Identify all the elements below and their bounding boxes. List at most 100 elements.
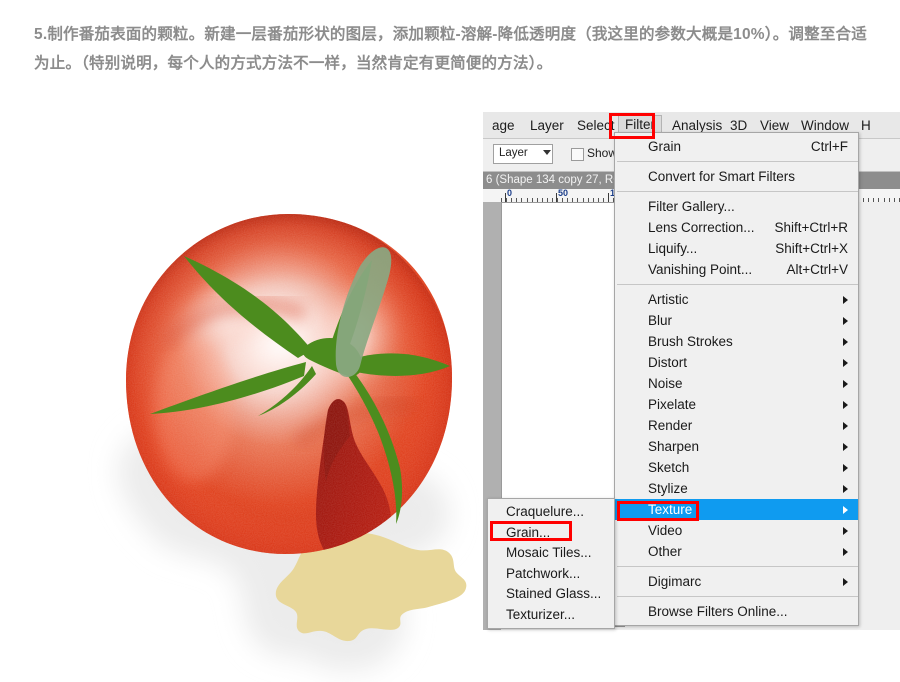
menu-item-label: Brush Strokes — [648, 334, 733, 349]
chevron-right-icon — [843, 485, 848, 493]
filter-dropdown-menu[interactable]: Grain Ctrl+F Convert for Smart Filters Filt… — [614, 132, 859, 626]
menu-item-convert-for-smart-filters[interactable]: Convert for Smart Filters — [615, 166, 858, 187]
menu-item-label: Grain — [648, 139, 682, 154]
menu-item-label: Other — [648, 544, 682, 559]
menu-item-video[interactable]: Video — [615, 520, 858, 541]
ruler-label: 50 — [558, 188, 569, 198]
menu-item-label: Craquelure... — [506, 504, 585, 519]
chevron-right-icon — [843, 401, 848, 409]
chevron-right-icon — [843, 422, 848, 430]
menu-separator — [617, 191, 858, 192]
menu-item-grain[interactable]: Grain Ctrl+F — [615, 136, 858, 157]
chevron-right-icon — [843, 296, 848, 304]
layer-select-value: Layer — [499, 147, 528, 159]
menubar-item-label: Window — [801, 118, 850, 133]
menu-item-pixelate[interactable]: Pixelate — [615, 394, 858, 415]
menu-item-mosaic-tiles[interactable]: Mosaic Tiles... — [488, 543, 614, 564]
menu-item-texturizer[interactable]: Texturizer... — [488, 605, 614, 626]
tutorial-caption: 5.制作番茄表面的颗粒。新建一层番茄形状的图层，添加颗粒-溶解-降低透明度（我这… — [34, 26, 867, 72]
menu-item-sharpen[interactable]: Sharpen — [615, 436, 858, 457]
menubar-item-label: Select — [577, 118, 615, 133]
menu-item-blur[interactable]: Blur — [615, 310, 858, 331]
menubar-item-label: Layer — [530, 118, 564, 133]
menu-item-shortcut: Ctrl+F — [810, 139, 848, 154]
menu-item-other[interactable]: Other — [615, 541, 858, 562]
menu-item-label: Grain... — [506, 524, 551, 540]
menu-item-label: Video — [648, 523, 683, 538]
menu-item-shortcut: Shift+Ctrl+R — [774, 220, 848, 235]
menu-item-artistic[interactable]: Artistic — [615, 289, 858, 310]
menu-separator — [617, 284, 858, 285]
menu-item-render[interactable]: Render — [615, 415, 858, 436]
menu-item-patchwork[interactable]: Patchwork... — [488, 564, 614, 585]
chevron-right-icon — [843, 578, 848, 586]
menu-item-label: Artistic — [648, 292, 689, 307]
menu-item-lens-correction[interactable]: Lens Correction... Shift+Ctrl+R — [615, 217, 858, 238]
menubar-item-age[interactable]: age — [485, 116, 522, 135]
menu-item-label: Lens Correction... — [648, 220, 755, 235]
menu-item-label: Convert for Smart Filters — [648, 169, 796, 184]
menu-item-brush-strokes[interactable]: Brush Strokes — [615, 331, 858, 352]
menu-item-label: Digimarc — [648, 574, 702, 589]
chevron-right-icon — [843, 443, 848, 451]
menubar-item-filter[interactable]: Filter — [618, 115, 662, 133]
menu-item-label: Texture — [648, 502, 693, 517]
chevron-right-icon — [843, 380, 848, 388]
menu-item-label: Noise — [648, 376, 683, 391]
menu-separator — [617, 566, 858, 567]
menu-item-label: Mosaic Tiles... — [506, 545, 592, 560]
menubar-item-label: age — [492, 118, 515, 133]
menu-item-shortcut: Alt+Ctrl+V — [786, 262, 848, 277]
menubar-item-label: 3D — [730, 118, 748, 133]
menu-item-filter-gallery[interactable]: Filter Gallery... — [615, 196, 858, 217]
menu-item-label: Liquify... — [648, 241, 698, 256]
menu-item-browse-filters-online[interactable]: Browse Filters Online... — [615, 601, 858, 622]
ruler-major-tick — [505, 193, 506, 202]
menu-item-noise[interactable]: Noise — [615, 373, 858, 394]
menu-item-label: Filter Gallery... — [648, 199, 735, 214]
chevron-right-icon — [843, 338, 848, 346]
menu-item-label: Texturizer... — [506, 606, 576, 622]
chevron-right-icon — [843, 506, 848, 514]
chevron-down-icon[interactable] — [543, 150, 551, 155]
menu-item-label: Pixelate — [648, 397, 697, 412]
menu-item-digimarc[interactable]: Digimarc — [615, 571, 858, 592]
menu-item-label: Stained Glass... — [506, 586, 602, 601]
menubar-item-label: View — [760, 118, 790, 133]
menu-item-label: Sharpen — [648, 439, 700, 454]
menu-item-shortcut: Shift+Ctrl+X — [775, 241, 848, 256]
ruler-label: 0 — [507, 188, 513, 198]
menubar-item-label: Filter — [625, 117, 655, 132]
chevron-right-icon — [843, 548, 848, 556]
menu-separator — [617, 161, 858, 162]
menu-item-label: Vanishing Point... — [648, 262, 753, 277]
ruler-major-tick — [608, 193, 609, 202]
menu-item-label: Distort — [648, 355, 688, 370]
chevron-right-icon — [843, 359, 848, 367]
menu-item-vanishing-point[interactable]: Vanishing Point... Alt+Ctrl+V — [615, 259, 858, 280]
menu-item-label: Patchwork... — [506, 565, 581, 581]
menubar-item-label: H — [861, 118, 871, 133]
tomato-illustration — [60, 110, 480, 682]
menubar-item-layer[interactable]: Layer — [523, 116, 571, 135]
menu-item-label: Stylize — [648, 481, 688, 496]
menu-item-liquify[interactable]: Liquify... Shift+Ctrl+X — [615, 238, 858, 259]
menu-item-sketch[interactable]: Sketch — [615, 457, 858, 478]
ruler-major-tick — [556, 193, 557, 202]
menubar-item-label: Analysis — [672, 118, 723, 133]
menu-item-craquelure[interactable]: Craquelure... — [488, 502, 614, 523]
menu-item-texture[interactable]: Texture — [615, 499, 858, 520]
menu-item-label: Browse Filters Online... — [648, 604, 788, 619]
show-transform-checkbox[interactable] — [571, 148, 584, 161]
menu-item-stained-glass[interactable]: Stained Glass... — [488, 584, 614, 605]
menu-item-label: Sketch — [648, 460, 690, 475]
chevron-right-icon — [843, 317, 848, 325]
menu-item-label: Render — [648, 418, 693, 433]
texture-submenu[interactable]: Craquelure... Grain... Mosaic Tiles... Patc… — [487, 498, 615, 629]
menu-item-distort[interactable]: Distort — [615, 352, 858, 373]
menu-item-grain[interactable]: Grain... — [488, 523, 614, 544]
chevron-right-icon — [843, 527, 848, 535]
menu-item-stylize[interactable]: Stylize — [615, 478, 858, 499]
chevron-right-icon — [843, 464, 848, 472]
menu-separator — [617, 596, 858, 597]
